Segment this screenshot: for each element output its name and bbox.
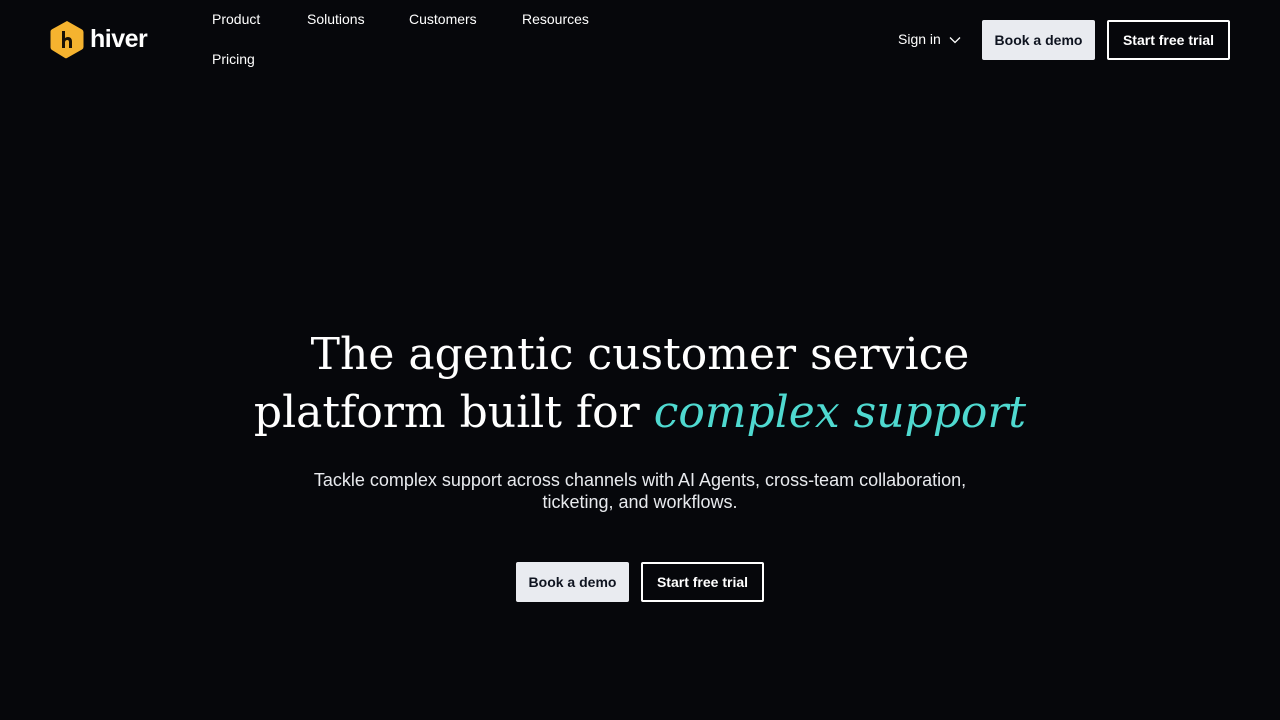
header-start-trial-button[interactable]: Start free trial — [1107, 20, 1230, 60]
hero-book-demo-label: Book a demo — [528, 574, 617, 590]
signin-label: Sign in — [898, 31, 941, 47]
nav-item-solutions[interactable]: Solutions — [307, 11, 365, 27]
hero-book-demo-button[interactable]: Book a demo — [516, 562, 629, 602]
hiver-hexagon-icon — [50, 21, 84, 59]
hero-title-line1: The agentic customer service — [310, 329, 970, 380]
signin-dropdown[interactable]: Sign in — [898, 31, 961, 47]
nav-item-customers[interactable]: Customers — [409, 11, 477, 27]
header-start-trial-label: Start free trial — [1122, 32, 1215, 48]
hero-subtitle-line1: Tackle complex support across channels w… — [313, 470, 967, 490]
hero-title-line2: platform built for — [253, 387, 654, 438]
header-book-demo-label: Book a demo — [994, 32, 1083, 48]
hero-title: The agentic customer service platform bu… — [240, 326, 1040, 442]
hero-subtitle: Tackle complex support across channels w… — [290, 469, 990, 513]
page: hiver Product Solutions Customers Resour… — [0, 0, 1280, 720]
hero-title-accent: complex support — [653, 387, 1027, 438]
chevron-down-icon — [949, 37, 961, 44]
nav-item-product[interactable]: Product — [212, 11, 260, 27]
nav-item-resources[interactable]: Resources — [522, 11, 589, 27]
hero-start-trial-label: Start free trial — [656, 574, 749, 590]
header-book-demo-button[interactable]: Book a demo — [982, 20, 1095, 60]
brand-name: hiver — [90, 25, 148, 53]
hero-subtitle-line2: ticketing, and workflows. — [542, 492, 738, 512]
hiver-logo[interactable]: hiver — [50, 20, 148, 59]
hero-start-trial-button[interactable]: Start free trial — [641, 562, 764, 602]
nav-item-pricing[interactable]: Pricing — [212, 51, 255, 67]
